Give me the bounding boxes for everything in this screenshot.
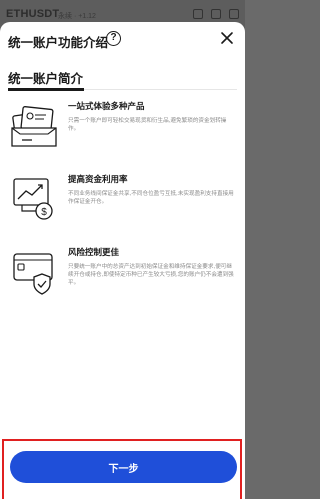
- feature-text: 风险控制更佳 只要统一账户中的总资产达到初始保证金和维持保证金要求,便可继续开仓…: [68, 246, 236, 287]
- feature-title: 风险控制更佳: [68, 248, 120, 258]
- help-icon[interactable]: ?: [106, 31, 121, 46]
- growth-chart-icon: $: [13, 178, 53, 220]
- wallet-cards-icon: [11, 106, 57, 147]
- more-icon: [229, 9, 239, 19]
- feature-desc: 只需一个账户即可轻松交易现货和衍生品,避免繁琐的资金划转操作。: [68, 118, 227, 132]
- next-button[interactable]: 下一步: [10, 451, 237, 483]
- feature-text: 提高资金利用率 不同业务线间保证金共享,不同仓位盈亏互抵,未实现盈利支持直接用作…: [68, 173, 236, 206]
- chart-icon: [193, 9, 203, 19]
- section-title: 统一账户简介: [8, 71, 84, 86]
- edit-icon: [211, 9, 221, 19]
- svg-text:$: $: [41, 207, 47, 218]
- intro-modal: 统一账户功能介绍 ? 统一账户简介 一站式体验多种产品 只需一个账户即可轻松交易…: [0, 22, 245, 499]
- feature-desc: 只要统一账户中的总资产达到初始保证金和维持保证金要求,便可继续开仓或持仓,即使特…: [68, 264, 234, 286]
- feature-desc: 不同业务线间保证金共享,不同仓位盈亏互抵,未实现盈利支持直接用作保证金开仓。: [68, 191, 234, 205]
- feature-title: 提高资金利用率: [68, 175, 128, 185]
- feature-item: 一站式体验多种产品 只需一个账户即可轻松交易现货和衍生品,避免繁琐的资金划转操作…: [0, 100, 245, 170]
- section-underline: [8, 88, 84, 91]
- background-icons: [193, 9, 239, 19]
- feature-item: 风险控制更佳 只要统一账户中的总资产达到初始保证金和维持保证金要求,便可继续开仓…: [0, 246, 245, 316]
- close-icon[interactable]: [219, 30, 235, 46]
- feature-text: 一站式体验多种产品 只需一个账户即可轻松交易现货和衍生品,避免繁琐的资金划转操作…: [68, 100, 236, 133]
- background-sub: 永续 · +1.12: [58, 13, 96, 20]
- shield-wallet-icon: [13, 253, 53, 295]
- feature-item: $ 提高资金利用率 不同业务线间保证金共享,不同仓位盈亏互抵,未实现盈利支持直接…: [0, 173, 245, 243]
- background-symbol: ETHUSDT: [6, 8, 60, 20]
- feature-title: 一站式体验多种产品: [68, 102, 145, 112]
- modal-title: 统一账户功能介绍: [8, 35, 109, 50]
- modal-header: 统一账户功能介绍 ?: [0, 22, 245, 58]
- section-intro: 统一账户简介: [8, 68, 237, 91]
